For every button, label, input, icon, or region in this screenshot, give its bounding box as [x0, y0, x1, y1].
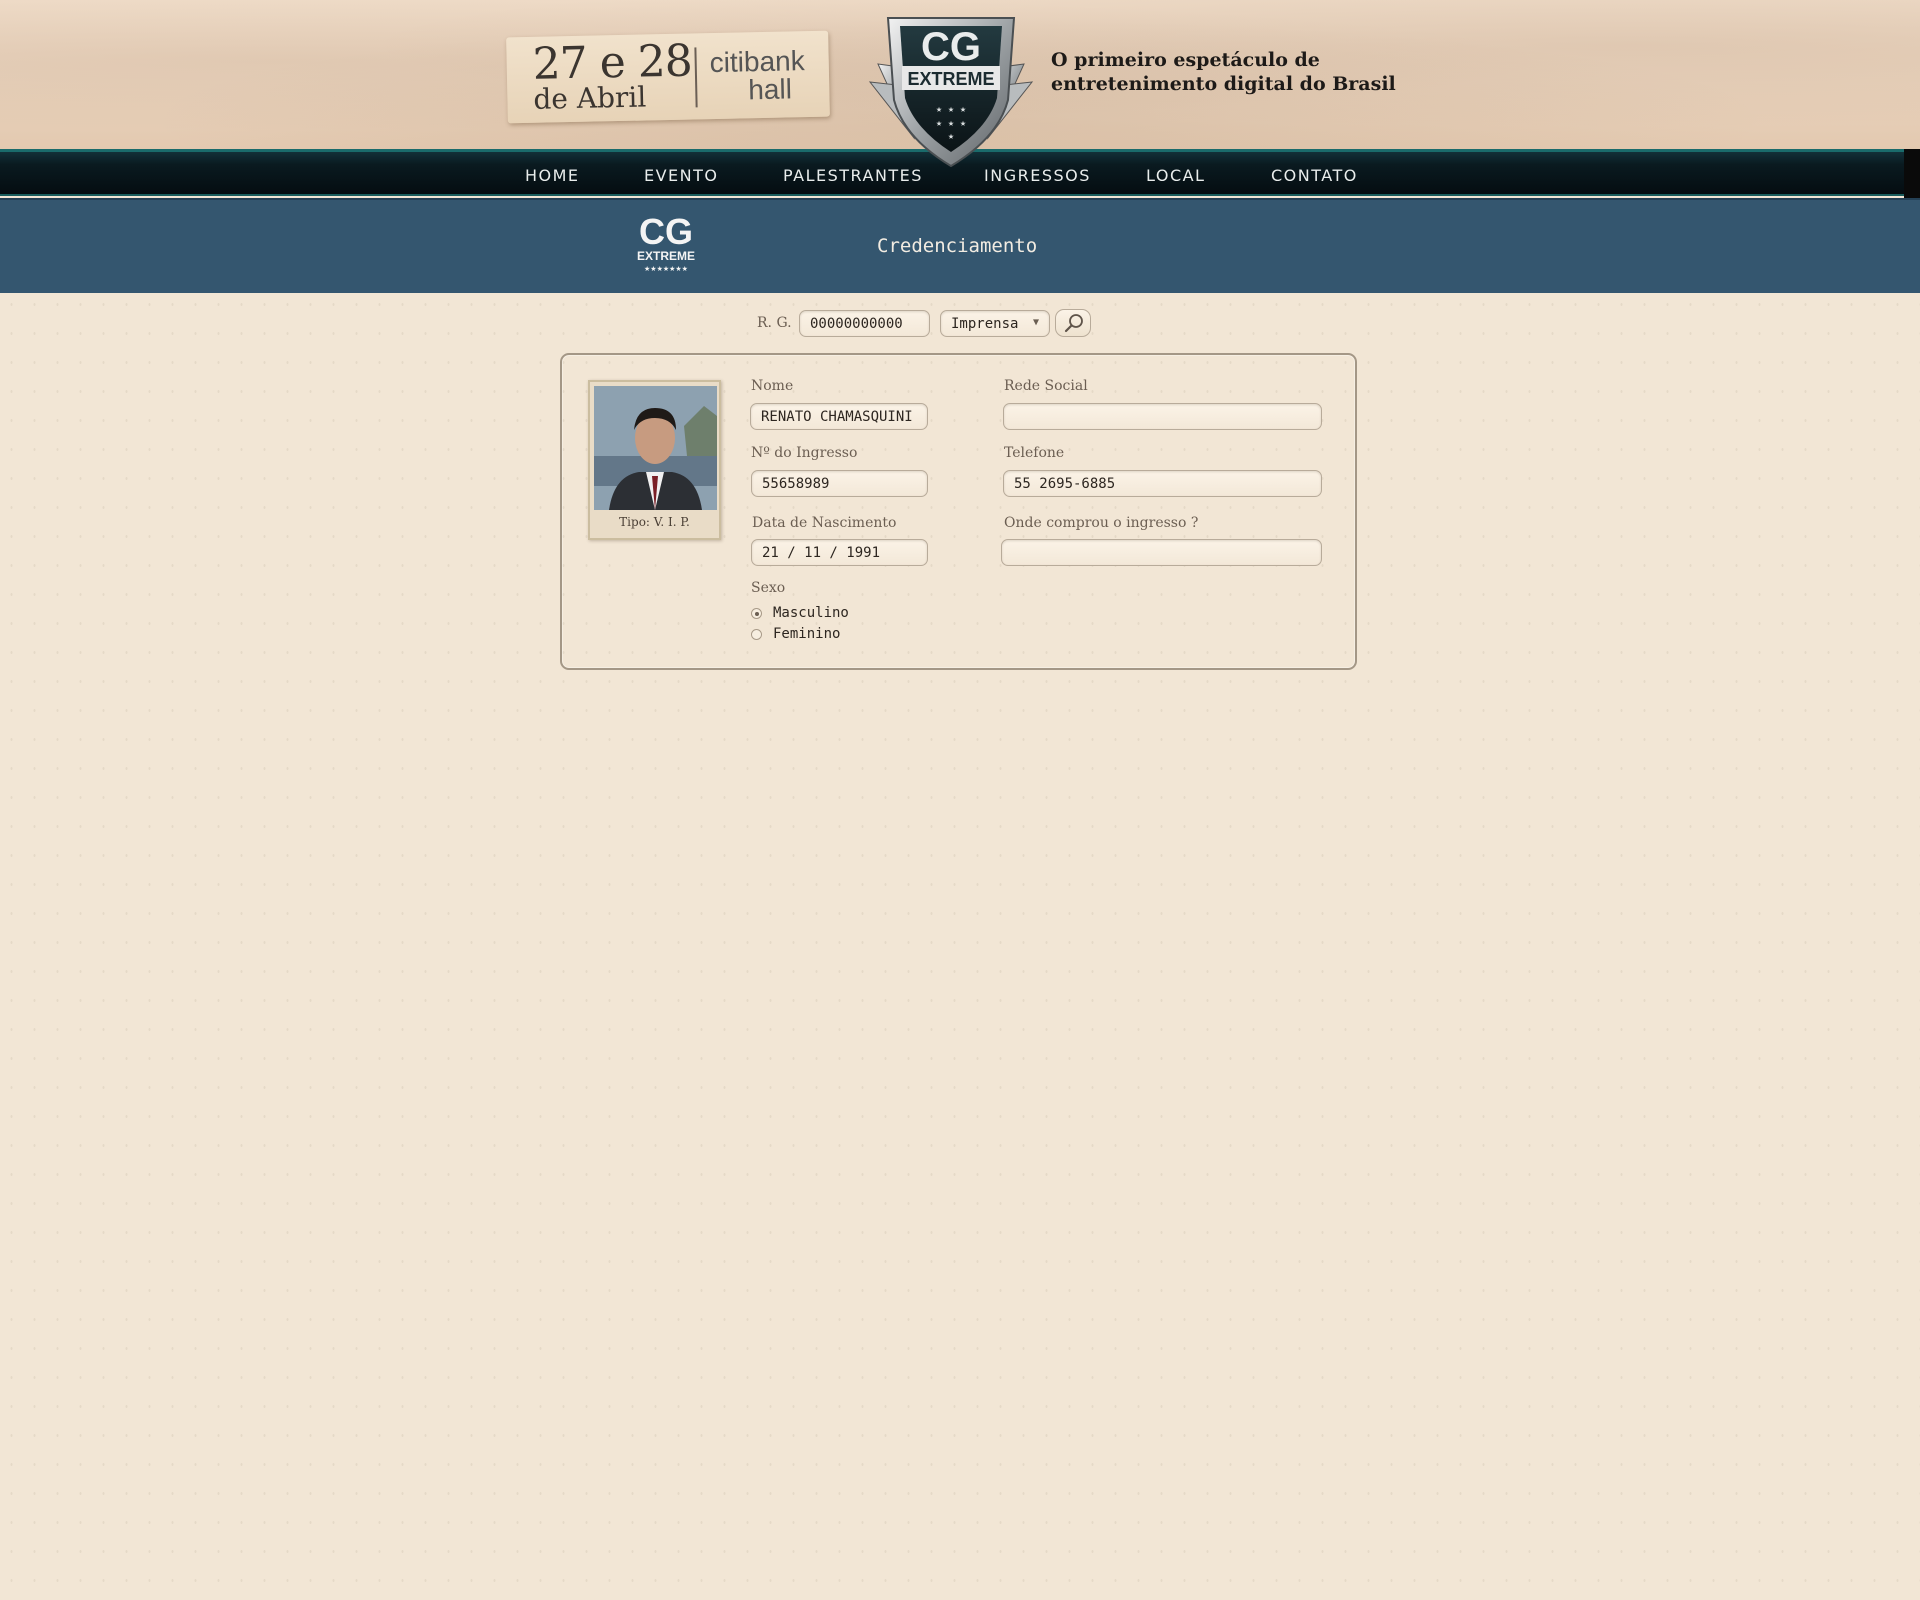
onde-comprou-input[interactable]: [1001, 539, 1322, 566]
nav-edge: [1904, 149, 1920, 199]
nav-home[interactable]: HOME: [525, 166, 580, 185]
ingresso-input[interactable]: 55658989: [751, 470, 928, 497]
svg-text:CG: CG: [639, 214, 693, 252]
venue-name-2: hall: [747, 73, 793, 106]
rg-input[interactable]: 00000000000: [799, 310, 930, 337]
magnifier-icon: [1064, 314, 1083, 333]
nome-input[interactable]: RENATO CHAMASQUINI: [750, 403, 928, 430]
search-button[interactable]: [1055, 309, 1091, 337]
svg-text:★ ★ ★: ★ ★ ★: [936, 118, 966, 129]
svg-text:★ ★ ★: ★ ★ ★: [936, 104, 966, 115]
event-month: de Abril: [533, 80, 647, 116]
onde-comprou-label: Onde comprou o ingresso ?: [1004, 515, 1199, 531]
cg-extreme-small-logo[interactable]: CG EXTREME ★★★★★★★: [628, 211, 704, 276]
page-title-band: CG EXTREME ★★★★★★★ Credenciamento: [0, 198, 1920, 293]
page-title: Credenciamento: [877, 235, 1038, 257]
tagline-line-2: entretenimento digital do Brasil: [1051, 73, 1396, 95]
ingresso-label: Nº do Ingresso: [751, 445, 858, 461]
attendee-photo: [594, 386, 717, 510]
svg-text:CG: CG: [921, 25, 981, 69]
telefone-label: Telefone: [1004, 445, 1065, 461]
radio-masculino[interactable]: Masculino: [751, 605, 849, 621]
nav-ingressos[interactable]: INGRESSOS: [984, 166, 1091, 185]
attendee-photo-frame: Tipo: V. I. P.: [588, 380, 721, 540]
category-select-value: Imprensa: [951, 316, 1019, 332]
nav-palestrantes[interactable]: PALESTRANTES: [783, 166, 923, 185]
svg-text:EXTREME: EXTREME: [907, 69, 994, 89]
event-date-ticket: 27 e 28 de Abril citibank hall: [506, 30, 830, 124]
tagline-line-1: O primeiro espetáculo de: [1051, 49, 1320, 71]
nav-local[interactable]: LOCAL: [1146, 166, 1205, 185]
nav-evento[interactable]: EVENTO: [644, 166, 719, 185]
attendee-type: Tipo: V. I. P.: [619, 515, 690, 529]
radio-unchecked-icon[interactable]: [751, 629, 762, 640]
radio-feminino-label: Feminino: [773, 626, 841, 642]
rg-label: R. G.: [757, 315, 792, 331]
svg-text:★: ★: [948, 131, 954, 142]
nascimento-label: Data de Nascimento: [752, 515, 897, 531]
nav-contato[interactable]: CONTATO: [1271, 166, 1358, 185]
rede-social-input[interactable]: [1003, 403, 1322, 430]
nome-label: Nome: [751, 378, 794, 394]
tagline: O primeiro espetáculo de entretenimento …: [1051, 48, 1396, 96]
svg-text:★★★★★★★: ★★★★★★★: [644, 265, 688, 273]
telefone-input[interactable]: 55 2695-6885: [1003, 470, 1322, 497]
category-select[interactable]: Imprensa ▼: [940, 310, 1050, 337]
rede-social-label: Rede Social: [1004, 378, 1088, 394]
chevron-down-icon: ▼: [1032, 317, 1039, 328]
radio-feminino[interactable]: Feminino: [751, 626, 841, 642]
radio-checked-icon[interactable]: [751, 608, 762, 619]
ticket-divider: [694, 47, 698, 108]
nascimento-input[interactable]: 21 / 11 / 1991: [751, 539, 928, 566]
sexo-label: Sexo: [751, 580, 786, 596]
radio-masculino-label: Masculino: [773, 605, 849, 621]
cg-extreme-shield-logo[interactable]: CG EXTREME ★ ★ ★ ★ ★ ★ ★: [858, 8, 1044, 168]
svg-text:EXTREME: EXTREME: [637, 249, 695, 263]
